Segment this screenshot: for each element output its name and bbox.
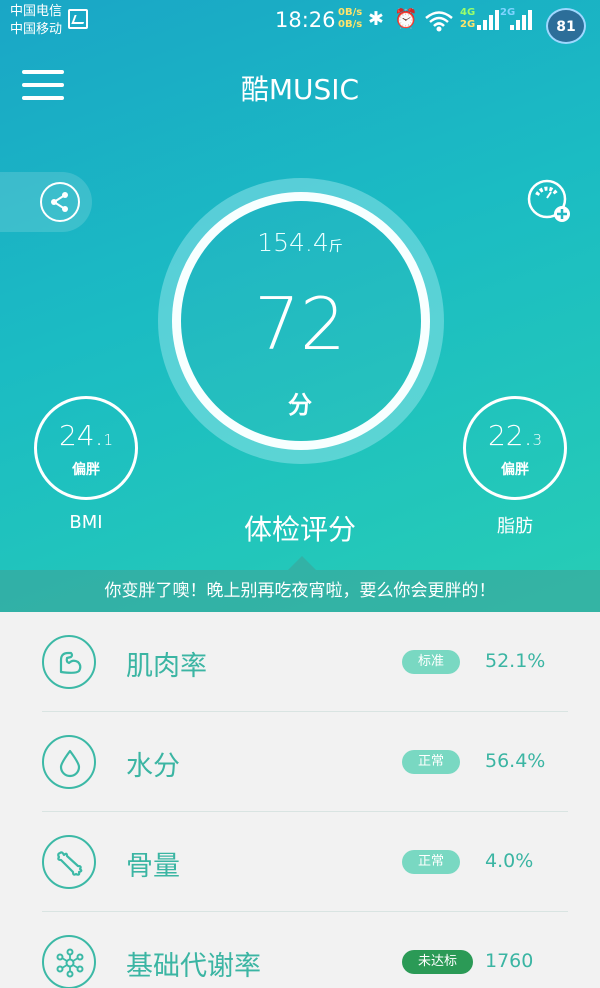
metric-row-bmr[interactable]: 基础代谢率 未达标 1760 bbox=[42, 912, 568, 988]
body-fat-circle[interactable]: 22.3 偏胖 bbox=[463, 396, 567, 500]
network-4g-label: 4G bbox=[460, 7, 476, 18]
body-fat-value: 22.3 bbox=[487, 419, 543, 452]
app-title: 酷MUSIC bbox=[240, 73, 360, 106]
metrics-list: 肌肉率 标准 52.1% 水分 正常 56.4% 骨量 正常 4.0% 基础代谢… bbox=[0, 612, 600, 988]
bluetooth-icon: ✱ bbox=[368, 8, 384, 30]
muscle-arm-icon bbox=[42, 635, 96, 689]
signal-bars-2 bbox=[510, 10, 532, 30]
weight-unit: 斤 bbox=[328, 239, 343, 255]
net-speed-up: 0B/s bbox=[338, 7, 363, 18]
metric-row-muscle[interactable]: 肌肉率 标准 52.1% bbox=[42, 612, 568, 712]
gallery-icon bbox=[68, 9, 88, 29]
wifi-icon bbox=[425, 11, 453, 32]
battery-level: 81 bbox=[556, 19, 576, 35]
carrier-2: 中国移动 bbox=[10, 22, 63, 37]
metric-value: 4.0% bbox=[485, 850, 534, 872]
health-score: 72 bbox=[254, 282, 346, 366]
add-scale-icon[interactable] bbox=[526, 178, 572, 224]
metric-name: 基础代谢率 bbox=[126, 951, 261, 982]
signal-bars-1 bbox=[477, 10, 499, 30]
bmi-status: 偏胖 bbox=[72, 462, 100, 478]
notice-pointer bbox=[288, 556, 316, 570]
alarm-icon: ⏰ bbox=[394, 8, 418, 30]
metric-value: 52.1% bbox=[485, 650, 546, 672]
water-drop-icon bbox=[42, 735, 96, 789]
bmi-value: 24.1 bbox=[58, 419, 114, 452]
clock: 18:26 bbox=[275, 8, 336, 32]
metric-value: 1760 bbox=[485, 950, 534, 972]
status-badge: 标准 bbox=[402, 650, 461, 674]
notice-banner: 你变胖了噢！晚上别再吃夜宵啦，要么你会更胖的！ bbox=[0, 570, 600, 612]
net-speed: 0B/s 0B/s bbox=[338, 7, 362, 31]
body-fat-status: 偏胖 bbox=[501, 462, 529, 478]
bmi-circle[interactable]: 24.1 偏胖 bbox=[34, 396, 138, 500]
status-bar: 中国电信 中国移动 18:26 0B/s 0B/s ✱ ⏰ 4G 2G 2G 8… bbox=[0, 0, 600, 44]
exam-score-title: 体检评分 bbox=[243, 513, 356, 546]
metric-name: 水分 bbox=[126, 751, 180, 782]
status-badge: 正常 bbox=[402, 850, 461, 874]
weight-readout: 154.4斤 bbox=[160, 228, 440, 257]
net-speed-down: 0B/s bbox=[338, 19, 363, 30]
weight-value: 154.4 bbox=[257, 228, 329, 257]
bone-icon bbox=[42, 835, 96, 889]
metric-name: 肌肉率 bbox=[126, 651, 207, 682]
metric-value: 56.4% bbox=[485, 750, 546, 772]
status-badge: 未达标 bbox=[402, 950, 474, 974]
share-icon[interactable] bbox=[40, 182, 80, 222]
network-2g-label-a: 2G bbox=[460, 19, 476, 30]
metric-row-water[interactable]: 水分 正常 56.4% bbox=[42, 712, 568, 812]
metric-name: 骨量 bbox=[126, 851, 180, 882]
score-unit: 分 bbox=[288, 391, 312, 419]
carrier-names: 中国电信 中国移动 bbox=[10, 3, 62, 39]
battery-indicator: 81 bbox=[546, 8, 586, 44]
carrier-1: 中国电信 bbox=[10, 4, 63, 19]
hero-panel: 中国电信 中国移动 18:26 0B/s 0B/s ✱ ⏰ 4G 2G 2G 8… bbox=[0, 0, 600, 612]
metric-row-bone[interactable]: 骨量 正常 4.0% bbox=[42, 812, 568, 912]
status-badge: 正常 bbox=[402, 750, 461, 774]
molecule-icon bbox=[42, 935, 96, 988]
